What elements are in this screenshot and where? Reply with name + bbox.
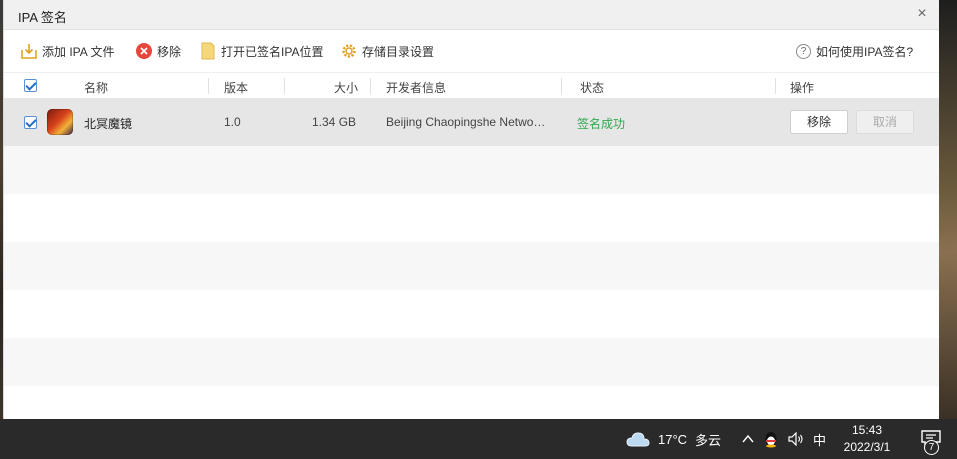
add-ipa-label: 添加 IPA 文件	[42, 44, 115, 59]
row-checkbox[interactable]	[24, 116, 37, 129]
column-divider[interactable]	[370, 78, 371, 94]
app-name: 北冥魔镜	[84, 117, 133, 131]
clock-date: 2022/3/1	[843, 440, 891, 454]
column-header-status[interactable]: 状态	[580, 79, 604, 96]
weather-text: 多云	[695, 432, 722, 448]
table-body: 北冥魔镜 1.0 1.34 GB Beijing Chaopingshe Net…	[4, 98, 939, 419]
app-size: 1.34 GB	[312, 115, 357, 129]
cloud-icon	[626, 431, 650, 447]
open-signed-location-button[interactable]: 打开已签名IPA位置	[199, 41, 323, 61]
qq-tray-icon[interactable]	[763, 419, 779, 459]
ime-indicator[interactable]: 中	[813, 419, 826, 459]
download-folder-icon	[20, 42, 38, 60]
toolbar: 添加 IPA 文件 移除 打开已签名IPA位置 存储目录设置 ? 如何使用IPA…	[4, 30, 939, 72]
ime-label: 中	[813, 432, 827, 448]
remove-circle-icon	[135, 42, 153, 60]
column-divider[interactable]	[284, 78, 285, 94]
empty-row	[4, 146, 939, 194]
table-header: 名称 版本 大小 开发者信息 状态 操作	[4, 72, 939, 98]
developer-info: Beijing Chaopingshe Netwo…	[386, 115, 546, 129]
close-button[interactable]: ×	[913, 5, 931, 23]
empty-row	[4, 290, 939, 338]
column-divider[interactable]	[208, 78, 209, 94]
storage-settings-button[interactable]: 存储目录设置	[340, 41, 434, 61]
column-divider[interactable]	[775, 78, 776, 94]
app-version: 1.0	[224, 115, 241, 129]
window-title: IPA 签名	[18, 10, 67, 25]
help-link[interactable]: ? 如何使用IPA签名?	[796, 41, 913, 61]
notification-count-badge: 7	[924, 440, 939, 455]
column-header-name[interactable]: 名称	[84, 79, 108, 96]
remove-label: 移除	[157, 44, 182, 59]
table-row[interactable]: 北冥魔镜 1.0 1.34 GB Beijing Chaopingshe Net…	[4, 98, 939, 146]
row-remove-button[interactable]: 移除	[790, 110, 848, 134]
select-all-checkbox[interactable]	[24, 79, 37, 92]
gear-icon	[340, 42, 358, 60]
app-icon	[47, 109, 73, 135]
add-ipa-button[interactable]: 添加 IPA 文件	[20, 41, 114, 61]
ipa-sign-window: IPA 签名 × 添加 IPA 文件 移除 打开已签名IPA位置 存储目录设置 …	[3, 0, 939, 419]
volume-icon[interactable]	[788, 419, 804, 459]
column-header-version[interactable]: 版本	[224, 79, 248, 96]
empty-row	[4, 386, 939, 419]
remove-button[interactable]: 移除	[135, 41, 181, 61]
column-divider[interactable]	[561, 78, 562, 94]
temperature: 17°C	[658, 431, 688, 447]
row-cancel-button[interactable]: 取消	[856, 110, 914, 134]
question-circle-icon: ?	[796, 43, 811, 59]
open-signed-location-label: 打开已签名IPA位置	[221, 44, 324, 59]
status-badge: 签名成功	[577, 117, 626, 131]
empty-row	[4, 338, 939, 386]
weather-widget[interactable]: 17°C 多云	[626, 419, 721, 459]
column-header-developer[interactable]: 开发者信息	[386, 79, 446, 96]
clock-time: 15:43	[851, 423, 883, 437]
empty-row	[4, 194, 939, 242]
taskbar: 17°C 多云 中 15:43 2022/3/1 7	[0, 419, 957, 459]
clock[interactable]: 15:43 2022/3/1	[837, 422, 897, 456]
desktop-wallpaper-strip	[938, 0, 957, 419]
column-header-actions: 操作	[790, 81, 815, 95]
empty-row	[4, 242, 939, 290]
help-label: 如何使用IPA签名?	[816, 44, 914, 59]
show-hidden-icons-button[interactable]	[742, 419, 754, 459]
chevron-up-icon	[742, 432, 754, 447]
storage-settings-label: 存储目录设置	[362, 44, 435, 59]
title-bar: IPA 签名 ×	[4, 0, 939, 30]
column-header-size[interactable]: 大小	[334, 79, 358, 96]
folder-icon	[199, 42, 217, 60]
